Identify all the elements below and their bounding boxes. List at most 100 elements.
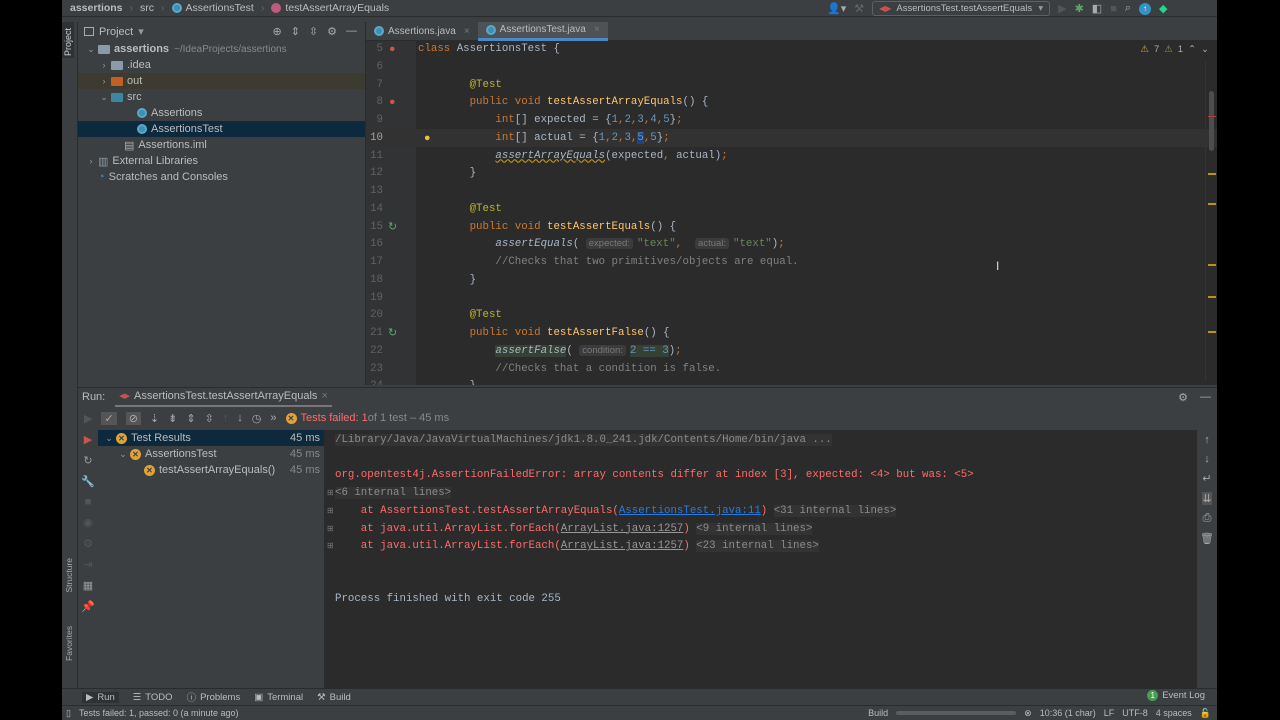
- fold-icon[interactable]: ⊞: [327, 520, 334, 538]
- chevron-down-icon[interactable]: ⌄: [97, 92, 111, 103]
- debug-icon[interactable]: ✱: [1075, 2, 1084, 15]
- event-log-button[interactable]: 1 Event Log: [1147, 690, 1205, 701]
- search-icon[interactable]: ⌕: [1125, 2, 1131, 15]
- code-with-me-icon[interactable]: ◆: [1159, 2, 1167, 15]
- soft-wrap-icon[interactable]: ↵: [1202, 472, 1211, 485]
- run-test-failed-icon[interactable]: ●: [389, 41, 396, 58]
- fold-icon[interactable]: ⊞: [327, 537, 334, 555]
- trash-icon[interactable]: 🗑: [1200, 532, 1214, 545]
- user-icon[interactable]: 👤▾: [827, 2, 846, 15]
- chevron-down-icon[interactable]: ⌄: [84, 44, 98, 55]
- hide-icon[interactable]: —: [1200, 391, 1211, 404]
- print-icon[interactable]: ⎙: [1203, 512, 1212, 525]
- indent-setting[interactable]: 4 spaces: [1156, 708, 1192, 718]
- editor-tab[interactable]: AssertionsTest.java ×: [477, 21, 608, 41]
- code-editor[interactable]: 5 ● class AssertionsTest {6 7 @Test 8 ● publi…: [366, 41, 1217, 385]
- breadcrumb-project[interactable]: assertions: [70, 2, 123, 14]
- rerun-icon[interactable]: ▶: [84, 412, 92, 425]
- tree-item[interactable]: Assertions: [78, 105, 365, 121]
- console-text[interactable]: <31 internal lines>: [773, 504, 897, 517]
- gear-icon[interactable]: ⚙: [1178, 391, 1188, 404]
- project-view-selector[interactable]: Project: [99, 26, 133, 38]
- tool-tab-todo[interactable]: ☰ TODO: [133, 692, 173, 703]
- tree-item[interactable]: ⌄ src: [78, 89, 365, 105]
- gear-icon[interactable]: ⚙: [327, 25, 337, 38]
- editor-tab[interactable]: Assertions.java ×: [366, 22, 478, 41]
- structure-tool-button[interactable]: Structure: [64, 558, 74, 593]
- inspection-widget[interactable]: ⚠ 7 ⚠ 1 ⌃ ⌄: [1140, 44, 1209, 55]
- pin-icon[interactable]: 📌: [81, 600, 95, 613]
- hide-icon[interactable]: —: [346, 25, 357, 38]
- previous-failed-icon[interactable]: ↑: [223, 412, 229, 424]
- run-config-select[interactable]: ◀▶ AssertionsTest.testAssertEquals ▾: [872, 1, 1051, 16]
- console-text[interactable]: <9 internal lines>: [696, 522, 813, 535]
- tree-item[interactable]: › ▥ External Libraries: [78, 153, 365, 169]
- chevron-down-icon[interactable]: ⌄: [102, 433, 116, 444]
- settings-icon[interactable]: ⚙: [83, 537, 93, 550]
- next-failed-icon[interactable]: ↓: [237, 412, 243, 424]
- previous-highlight-icon[interactable]: ⌃: [1188, 44, 1196, 55]
- device-icon[interactable]: ▯: [66, 708, 71, 719]
- show-passed-icon[interactable]: ✓: [101, 411, 117, 425]
- sort-alpha-icon[interactable]: ⇣: [150, 412, 159, 425]
- rerun-failed-icon[interactable]: ▶: [84, 433, 92, 446]
- show-ignored-icon[interactable]: ⊘: [125, 411, 141, 425]
- collapse-all-icon[interactable]: ⇳: [309, 25, 318, 38]
- camera-icon[interactable]: ◉: [83, 516, 93, 529]
- chevron-right-icon[interactable]: ›: [97, 60, 111, 70]
- tree-item[interactable]: AssertionsTest: [78, 121, 365, 137]
- tree-item[interactable]: ▤ Assertions.iml: [78, 137, 365, 153]
- tree-item[interactable]: › .idea: [78, 57, 365, 73]
- close-icon[interactable]: ×: [594, 24, 600, 35]
- tree-item[interactable]: › out: [78, 73, 365, 89]
- stack-trace-link[interactable]: ArrayList.java:1257: [561, 523, 684, 535]
- fold-icon[interactable]: ⊞: [327, 484, 334, 502]
- chevron-down-icon[interactable]: ⌄: [116, 449, 130, 460]
- caret-position[interactable]: 10:36 (1 char): [1040, 708, 1096, 718]
- tool-tab-terminal[interactable]: ▣ Terminal: [254, 692, 303, 703]
- breadcrumb-class[interactable]: AssertionsTest: [186, 2, 254, 14]
- exit-icon[interactable]: ⇥: [83, 558, 92, 571]
- next-highlight-icon[interactable]: ⌄: [1201, 44, 1209, 55]
- collapse-all-icon[interactable]: ⇳: [205, 412, 214, 425]
- test-tree-item[interactable]: ⌄ ✕ Test Results 45 ms: [98, 430, 324, 446]
- test-tree-item[interactable]: ⌄ ✕ AssertionsTest 45 ms: [98, 446, 324, 462]
- locate-icon[interactable]: ⊕: [272, 25, 281, 38]
- favorites-tool-button[interactable]: Favorites: [64, 626, 74, 661]
- run-test-failed-icon[interactable]: ●: [389, 93, 396, 111]
- down-stack-icon[interactable]: ↓: [1204, 453, 1210, 465]
- history-icon[interactable]: ◷: [252, 412, 262, 425]
- expand-all-icon[interactable]: ⇕: [291, 25, 300, 38]
- cancel-icon[interactable]: ⊗: [1024, 708, 1032, 719]
- console-text[interactable]: /Library/Java/JavaVirtualMachines/jdk1.8…: [335, 434, 832, 446]
- test-tree-item[interactable]: ✕ testAssertArrayEquals() 45 ms: [98, 462, 324, 478]
- fold-icon[interactable]: ⊞: [327, 502, 334, 520]
- lock-icon[interactable]: 🔓: [1200, 708, 1217, 719]
- breadcrumb-src[interactable]: src: [140, 2, 154, 14]
- wrench-icon[interactable]: 🔧: [81, 475, 95, 488]
- update-icon[interactable]: ↑: [1139, 2, 1152, 15]
- stack-trace-link[interactable]: ArrayList.java:1257: [561, 540, 684, 552]
- project-tool-button[interactable]: Project: [62, 22, 74, 58]
- chevron-right-icon[interactable]: ›: [84, 156, 98, 166]
- more-icon[interactable]: »: [270, 412, 276, 424]
- line-separator[interactable]: LF: [1104, 708, 1115, 718]
- sort-duration-icon[interactable]: ⇟: [168, 412, 177, 425]
- run-icon[interactable]: ▶: [1058, 2, 1066, 15]
- layout-icon[interactable]: ▦: [83, 579, 93, 592]
- tool-tab-problems[interactable]: ⓘ Problems: [187, 690, 241, 705]
- console-text[interactable]: <23 internal lines>: [696, 540, 819, 553]
- scroll-to-end-icon[interactable]: ⇊: [1202, 492, 1212, 505]
- stop-icon[interactable]: ■: [85, 496, 92, 508]
- toggle-auto-test-icon[interactable]: ↻: [83, 454, 92, 467]
- up-stack-icon[interactable]: ↑: [1204, 434, 1210, 446]
- status-message[interactable]: Tests failed: 1, passed: 0 (a minute ago…: [79, 708, 239, 718]
- file-encoding[interactable]: UTF-8: [1122, 708, 1148, 718]
- expand-all-icon[interactable]: ⇕: [186, 412, 195, 425]
- tool-tab-build[interactable]: ⚒ Build: [317, 692, 351, 703]
- build-hammer-icon[interactable]: ⚒: [854, 2, 864, 15]
- console-text[interactable]: <6 internal lines>: [335, 487, 452, 500]
- run-test-icon[interactable]: ↻: [388, 218, 397, 236]
- breadcrumb-method[interactable]: testAssertArrayEquals: [285, 2, 389, 14]
- editor-scrollbar[interactable]: [1205, 61, 1217, 381]
